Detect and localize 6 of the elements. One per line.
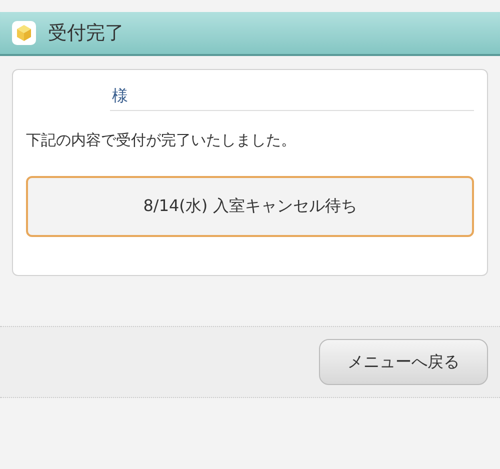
reservation-summary: 8/14(水) 入室キャンセル待ち: [26, 176, 474, 237]
honorific-label: 様: [112, 86, 128, 105]
confirmation-message: 下記の内容で受付が完了いたしました。: [26, 131, 297, 150]
back-to-menu-button[interactable]: メニューへ戻る: [319, 339, 488, 385]
page-title: 受付完了: [48, 21, 124, 46]
box-icon: [12, 21, 36, 45]
